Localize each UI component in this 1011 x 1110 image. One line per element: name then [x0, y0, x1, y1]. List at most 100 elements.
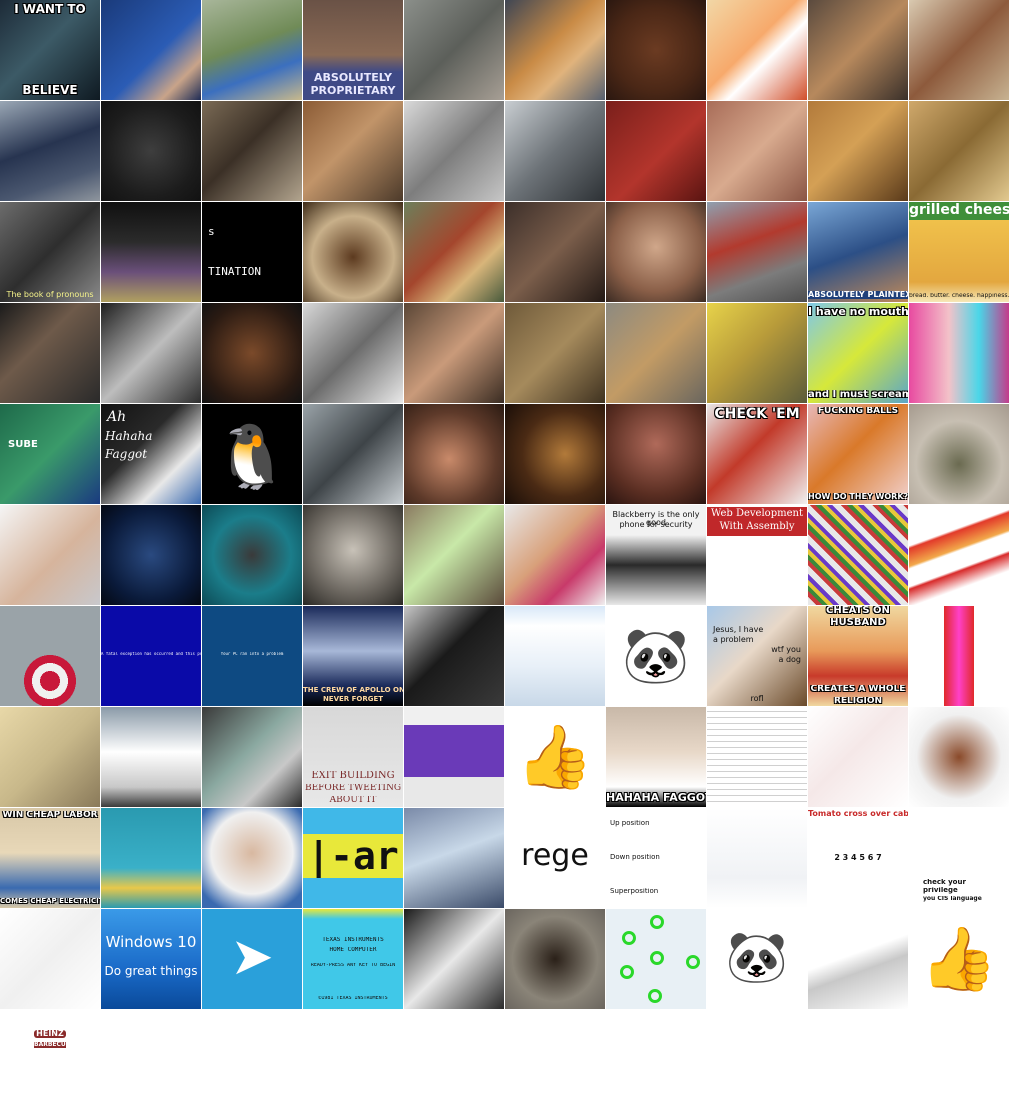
tile-green-circles[interactable]: [606, 909, 706, 1009]
tile-dog-dark-room[interactable]: [505, 404, 605, 504]
tile-kim-jong-un[interactable]: [404, 606, 504, 706]
tile-check-em[interactable]: CHECK 'EM: [707, 404, 807, 504]
tile-destination-text[interactable]: s TINATION: [202, 202, 302, 302]
tile-bsod-2[interactable]: Your PC ran into a problem: [202, 606, 302, 706]
tile-dog-upside-down[interactable]: [606, 404, 706, 504]
tile-woman-keyboard[interactable]: [303, 303, 403, 403]
tile-i-have-no-mouth[interactable]: I have no mouth and I must scream: [808, 303, 908, 403]
tile-bald-figure[interactable]: [909, 707, 1009, 807]
tile-software-window[interactable]: [505, 606, 605, 706]
tile-cartoon-character[interactable]: [707, 0, 807, 100]
tile-partial-logo-ar[interactable]: |-ar: [303, 808, 403, 908]
tile-bsod-1[interactable]: A fatal exception has occurred and this …: [101, 606, 201, 706]
tile-absolutely-plaintext[interactable]: ABSOLUTELY PLAINTEXT: [808, 202, 908, 302]
tile-paper-cutter[interactable]: [808, 909, 908, 1009]
tile-absolutely-proprietary[interactable]: ABSOLUTELY PROPRIETARY: [303, 0, 403, 100]
tile-cheats-on-husband[interactable]: CHEATS ON HUSBAND CREATES A WHOLE RELIGION: [808, 606, 908, 706]
tile-rege-text[interactable]: rege: [505, 808, 605, 908]
tile-hourglass-pixels[interactable]: [909, 606, 1009, 706]
tile-robot-mech[interactable]: [303, 404, 403, 504]
tile-astronauts[interactable]: THE CREW OF APOLLO ONE NEVER FORGET: [303, 606, 403, 706]
tile-woman-glasses-laptop[interactable]: [0, 505, 100, 605]
tile-mother-teresa-caption[interactable]: Ah Hahaha Faggot: [101, 404, 201, 504]
tile-windows-10[interactable]: Windows 10 Do great things: [101, 909, 201, 1009]
tile-painted-saint[interactable]: [404, 202, 504, 302]
tile-heinz-bbq-sauce[interactable]: HEINZ BARBECUE: [0, 1010, 100, 1110]
tile-usb-positions[interactable]: Up position Down position Superposition: [606, 808, 706, 908]
tile-fucking-balls[interactable]: FUCKING BALLS HOW DO THEY WORK?: [808, 404, 908, 504]
tile-newton-banknote[interactable]: [0, 707, 100, 807]
tile-dog-underwater[interactable]: [202, 505, 302, 605]
tile-trump[interactable]: [101, 0, 201, 100]
tile-telegram[interactable]: ➤: [202, 909, 302, 1009]
tile-goat-yellow-toy[interactable]: [707, 303, 807, 403]
tile-exit-building[interactable]: EXIT BUILDING BEFORE TWEETING ABOUT IT: [303, 707, 403, 807]
tile-news-van[interactable]: [101, 707, 201, 807]
tile-social-post[interactable]: [707, 808, 807, 908]
tile-feynman-chalkboard[interactable]: [404, 909, 504, 1009]
tile-cosplay-couple[interactable]: [404, 303, 504, 403]
tile-circuit-gadget[interactable]: [808, 0, 908, 100]
tile-noir-hat-man[interactable]: [101, 303, 201, 403]
tile-office-desk[interactable]: [202, 101, 302, 201]
tile-space-figure[interactable]: [101, 505, 201, 605]
tile-crowd-stadium[interactable]: [202, 707, 302, 807]
tile-trading-desk[interactable]: [505, 101, 605, 201]
tile-red-swoosh[interactable]: [909, 505, 1009, 605]
tile-man-painting-wall[interactable]: [707, 101, 807, 201]
tile-i-want-to-believe[interactable]: I WANT TO BELIEVE: [0, 0, 100, 100]
tile-sticky-note-room[interactable]: [404, 505, 504, 605]
tile-tomato-cross-cable[interactable]: Tomato cross over cable's How 2 3 4 5 6 7: [808, 808, 908, 908]
tile-thumbs-up-bandaged[interactable]: 👍: [505, 707, 605, 807]
tile-helicopter-target[interactable]: [0, 606, 100, 706]
tile-pope-hahaha[interactable]: HAHAHA FAGGOT: [606, 707, 706, 807]
tile-tux-penguin[interactable]: 🐧: [202, 404, 302, 504]
tile-police-motorcycles[interactable]: [0, 101, 100, 201]
tile-stray-dog[interactable]: [606, 303, 706, 403]
tile-party-hats[interactable]: [101, 202, 201, 302]
tile-panda-drawing-2[interactable]: 🐼: [707, 909, 807, 1009]
tile-lecture-stage[interactable]: [505, 202, 605, 302]
tile-grinning-dog[interactable]: [202, 303, 302, 403]
tile-statue-gorilla[interactable]: [404, 101, 504, 201]
tile-upside-down-men[interactable]: [808, 101, 908, 201]
tile-colored-cubes[interactable]: [808, 505, 908, 605]
tile-blackberry-note[interactable]: Blackberry is the only good phone for sec…: [606, 505, 706, 605]
tile-george-bush[interactable]: [606, 202, 706, 302]
tile-derailed-train[interactable]: [707, 202, 807, 302]
tile-two-men-costumes[interactable]: [909, 0, 1009, 100]
tile-conference-crowd[interactable]: [404, 0, 504, 100]
tile-cartoon-sketch[interactable]: [707, 707, 807, 807]
tile-crowded-office[interactable]: [303, 101, 403, 201]
tile-bee-costume[interactable]: [0, 909, 100, 1009]
tile-purple-website[interactable]: [404, 707, 504, 807]
tile-comic-strip[interactable]: [0, 303, 100, 403]
tile-bunny-in-cup[interactable]: [303, 202, 403, 302]
tile-jesus-i-have-a-problem[interactable]: Jesus, I have a problem wtf you a dog rofl: [707, 606, 807, 706]
tile-grilled-cheese[interactable]: grilled cheese bread. butter. cheese. hap…: [909, 202, 1009, 302]
tile-brown-dog[interactable]: [606, 0, 706, 100]
tile-fly-reading[interactable]: [909, 101, 1009, 201]
tile-trash-bin-beach[interactable]: [202, 0, 302, 100]
tile-glitch-face[interactable]: [909, 303, 1009, 403]
tile-check-your-privilege[interactable]: check your privilege you CIS language: [909, 808, 1009, 908]
tile-mother-teresa[interactable]: [202, 808, 302, 908]
tile-wooden-thumbs-up[interactable]: 👍: [909, 909, 1009, 1009]
tile-ti-home-computer[interactable]: TEXAS INSTRUMENTS HOME COMPUTER READY-PRES…: [303, 909, 403, 1009]
tile-sube-card[interactable]: SUBE: [0, 404, 100, 504]
tile-selfie-cartoon[interactable]: [101, 808, 201, 908]
tile-black-dog[interactable]: [505, 909, 605, 1009]
tile-black-book[interactable]: The book of pronouns: [0, 202, 100, 302]
tile-panda-drawing-1[interactable]: 🐼: [606, 606, 706, 706]
tile-isaac-newton[interactable]: [303, 505, 403, 605]
tile-cat-diagram[interactable]: [808, 707, 908, 807]
tile-contrail-sky[interactable]: [404, 808, 504, 908]
tile-red-room[interactable]: [606, 101, 706, 201]
tile-steak-dinner[interactable]: [404, 404, 504, 504]
tile-girl-in-hammock[interactable]: [505, 505, 605, 605]
tile-shattered-laptop[interactable]: [101, 101, 201, 201]
tile-baboons[interactable]: [505, 303, 605, 403]
tile-hotdog-dachshund[interactable]: [505, 0, 605, 100]
tile-web-dev-assembly[interactable]: Web Development With Assembly: [707, 505, 807, 605]
tile-cheap-labor[interactable]: WIN CHEAP LABOR COMES CHEAP ELECTRICITY: [0, 808, 100, 908]
